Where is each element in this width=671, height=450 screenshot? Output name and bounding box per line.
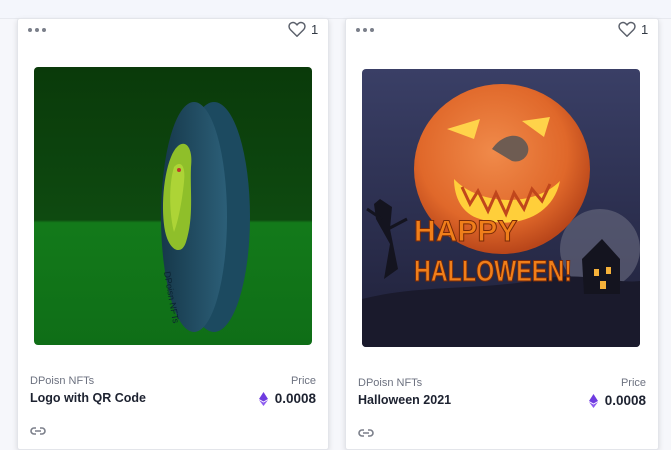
nft-artwork[interactable]: HAPPY HALLOWEEN! <box>362 69 640 347</box>
like-count: 1 <box>311 21 319 37</box>
like-button[interactable]: 1 <box>618 21 648 37</box>
nft-artwork[interactable]: DPoisn NFTs <box>34 67 312 345</box>
nft-card[interactable]: 1 HAPPY HALLOWEEN! DPoisn NFTs Halloween… <box>345 18 659 450</box>
artwork-text-halloween: HALLOWEEN! <box>414 255 572 288</box>
ethereum-icon <box>588 393 598 408</box>
page-top-band <box>0 0 671 19</box>
nft-card[interactable]: 1 DPoisn NFTs DPoisn NFTs Logo with QR C… <box>17 18 329 450</box>
price-amount: 0.0008 <box>604 393 646 408</box>
nft-title[interactable]: Logo with QR Code <box>30 391 146 405</box>
artwork-text-happy: HAPPY <box>414 215 517 248</box>
price-value: 0.0008 <box>588 393 646 408</box>
price-amount: 0.0008 <box>274 391 316 406</box>
price-label: Price <box>290 375 316 387</box>
creator-name[interactable]: DPoisn NFTs <box>30 375 94 387</box>
heart-icon <box>618 21 636 37</box>
more-options-icon[interactable] <box>28 25 48 35</box>
link-icon[interactable] <box>30 425 46 437</box>
like-button[interactable]: 1 <box>288 21 318 37</box>
nft-title[interactable]: Halloween 2021 <box>358 393 451 407</box>
like-count: 1 <box>641 21 649 37</box>
coin-artwork-image: DPoisn NFTs <box>34 67 312 345</box>
price-value: 0.0008 <box>258 391 316 406</box>
ethereum-icon <box>258 391 268 406</box>
halloween-artwork-image: HAPPY HALLOWEEN! <box>362 69 640 347</box>
more-options-icon[interactable] <box>356 25 376 35</box>
link-icon[interactable] <box>358 427 374 439</box>
price-label: Price <box>620 377 646 389</box>
creator-name[interactable]: DPoisn NFTs <box>358 377 422 389</box>
heart-icon <box>288 21 306 37</box>
